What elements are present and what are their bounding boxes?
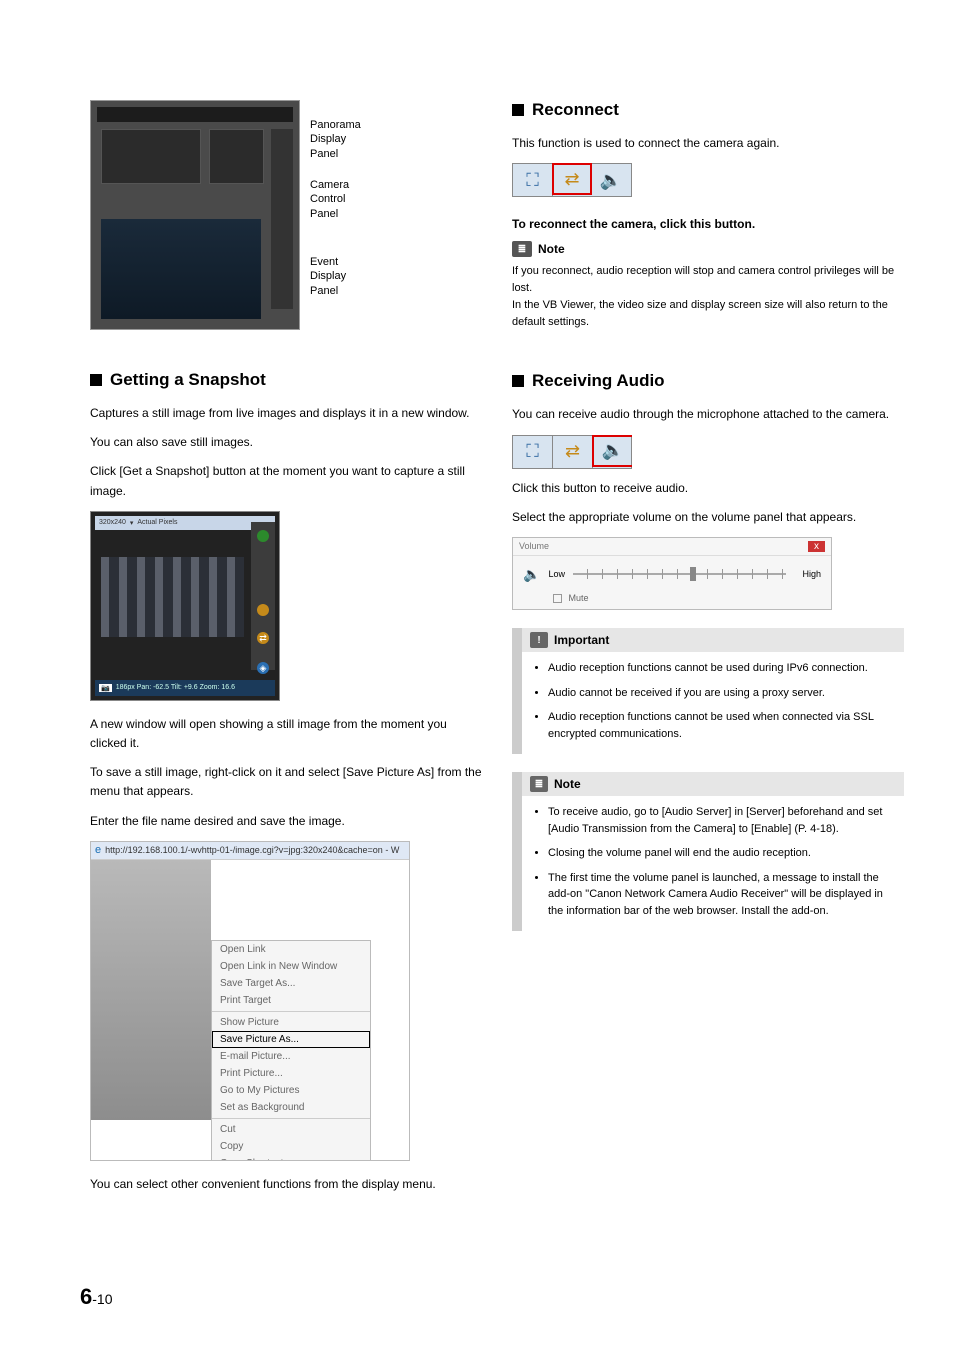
mute-label: Mute	[569, 593, 589, 603]
audio-desc-1: You can receive audio through the microp…	[512, 405, 904, 424]
fullscreen-icon: ⛶	[526, 441, 539, 462]
note-callout: ≣ Note To receive audio, go to [Audio Se…	[512, 772, 904, 931]
important-icon: !	[530, 632, 548, 648]
square-bullet-icon	[90, 374, 102, 386]
volume-low-label: Low	[548, 569, 565, 579]
note-icon: ≣	[530, 776, 548, 792]
note-icon: ≣	[512, 241, 532, 257]
audio-desc-3: Select the appropriate volume on the vol…	[512, 508, 904, 527]
snap-size-label: 320x240	[99, 519, 126, 526]
volume-panel-figure: Volume x 🔈 Low High Mute	[512, 537, 832, 610]
speaker-icon: 🔈	[523, 566, 540, 583]
volume-panel-title: Volume	[519, 541, 549, 551]
menu-show-picture[interactable]: Show Picture	[212, 1014, 370, 1031]
menu-print-target[interactable]: Print Target	[212, 992, 370, 1009]
audio-button[interactable]: 🔈	[591, 164, 631, 196]
volume-high-label: High	[802, 569, 821, 579]
snapshot-desc-2: You can also save still images.	[90, 433, 482, 452]
menu-save-target-as[interactable]: Save Target As...	[212, 975, 370, 992]
important-label: Important	[554, 633, 609, 647]
snap-mode-label: Actual Pixels	[137, 519, 177, 526]
snap-status-label: 186px Pan: -62.5 Tilt: +9.6 Zoom: 16.6	[116, 684, 235, 691]
square-bullet-icon	[512, 104, 524, 116]
menu-save-picture-as[interactable]: Save Picture As...	[212, 1031, 370, 1048]
note-item-2: Closing the volume panel will end the au…	[548, 845, 892, 862]
context-url: http://192.168.100.1/-wvhttp-01-/image.c…	[105, 845, 399, 855]
note-item-3: The first time the volume panel is launc…	[548, 870, 892, 920]
ie-icon: e	[95, 844, 101, 856]
note-heading: ≣ Note	[512, 241, 904, 257]
annotation-panorama: Panorama Display Panel	[310, 118, 361, 161]
menu-open-link[interactable]: Open Link	[212, 941, 370, 958]
page-footer: 6-10	[80, 1284, 113, 1310]
important-item-3: Audio reception functions cannot be used…	[548, 709, 892, 742]
speaker-icon: 🔈	[602, 440, 624, 461]
snapshot-desc-1: Captures a still image from live images …	[90, 404, 482, 423]
square-bullet-icon	[512, 375, 524, 387]
snapshot-desc-5: To save a still image, right-click on it…	[90, 763, 482, 801]
important-item-2: Audio cannot be received if you are usin…	[548, 685, 892, 702]
reconnect-button[interactable]: ⇄	[552, 163, 592, 195]
page-number: 10	[97, 1291, 113, 1307]
reconnect-icon: ⇄	[565, 441, 580, 462]
snapshot-desc-3: Click [Get a Snapshot] button at the mom…	[90, 462, 482, 500]
reconnect-button[interactable]: ⇄	[553, 436, 593, 468]
right-click-menu: Open Link Open Link in New Window Save T…	[211, 940, 371, 1161]
volume-slider[interactable]	[573, 573, 787, 575]
menu-copy-shortcut[interactable]: Copy Shortcut	[212, 1155, 370, 1161]
snapshot-desc-7: You can select other convenient function…	[90, 1175, 482, 1194]
reconnect-icon: ⇄	[564, 169, 579, 190]
reconnect-instruction: To reconnect the camera, click this butt…	[512, 217, 904, 231]
snapshot-window-figure: 320x240 ▾ Actual Pixels ⇄ ◈ 📷 186px Pan:…	[90, 511, 280, 701]
fullscreen-button[interactable]: ⛶	[513, 164, 553, 196]
fullscreen-viewer-figure: Panorama Display Panel Camera Control Pa…	[90, 100, 482, 330]
important-callout: ! Important Audio reception functions ca…	[512, 628, 904, 754]
audio-button[interactable]: 🔈	[592, 435, 632, 467]
snapshot-desc-4: A new window will open showing a still i…	[90, 715, 482, 753]
note-label: Note	[554, 777, 581, 791]
reconnect-toolbar-figure: ⛶ ⇄ 🔈	[512, 163, 632, 197]
menu-copy[interactable]: Copy	[212, 1138, 370, 1155]
heading-receiving-audio: Receiving Audio	[512, 371, 904, 391]
camera-icon: 📷	[99, 684, 112, 692]
menu-cut[interactable]: Cut	[212, 1121, 370, 1138]
audio-desc-2: Click this button to receive audio.	[512, 479, 904, 498]
annotation-camera-control: Camera Control Panel	[310, 178, 349, 221]
fullscreen-icon: ⛶	[526, 170, 539, 191]
mute-checkbox[interactable]	[553, 594, 562, 603]
fullscreen-viewer-screenshot	[90, 100, 300, 330]
heading-reconnect: Reconnect	[512, 100, 904, 120]
note-item-1: To receive audio, go to [Audio Server] i…	[548, 804, 892, 837]
fullscreen-button[interactable]: ⛶	[513, 436, 553, 468]
reconnect-note-text: If you reconnect, audio reception will s…	[512, 263, 904, 331]
menu-print-picture[interactable]: Print Picture...	[212, 1065, 370, 1082]
heading-getting-snapshot: Getting a Snapshot	[90, 370, 482, 390]
reconnect-desc: This function is used to connect the cam…	[512, 134, 904, 153]
speaker-icon: 🔈	[600, 170, 622, 191]
audio-toolbar-figure: ⛶ ⇄ 🔈	[512, 435, 632, 469]
context-menu-figure: e http://192.168.100.1/-wvhttp-01-/image…	[90, 841, 410, 1161]
important-item-1: Audio reception functions cannot be used…	[548, 660, 892, 677]
menu-set-as-background[interactable]: Set as Background	[212, 1099, 370, 1116]
close-icon[interactable]: x	[808, 541, 825, 552]
chapter-number: 6	[80, 1284, 92, 1309]
menu-open-link-new-window[interactable]: Open Link in New Window	[212, 958, 370, 975]
snapshot-desc-6: Enter the file name desired and save the…	[90, 812, 482, 831]
annotation-event-display: Event Display Panel	[310, 255, 346, 298]
menu-email-picture[interactable]: E-mail Picture...	[212, 1048, 370, 1065]
menu-go-to-my-pictures[interactable]: Go to My Pictures	[212, 1082, 370, 1099]
